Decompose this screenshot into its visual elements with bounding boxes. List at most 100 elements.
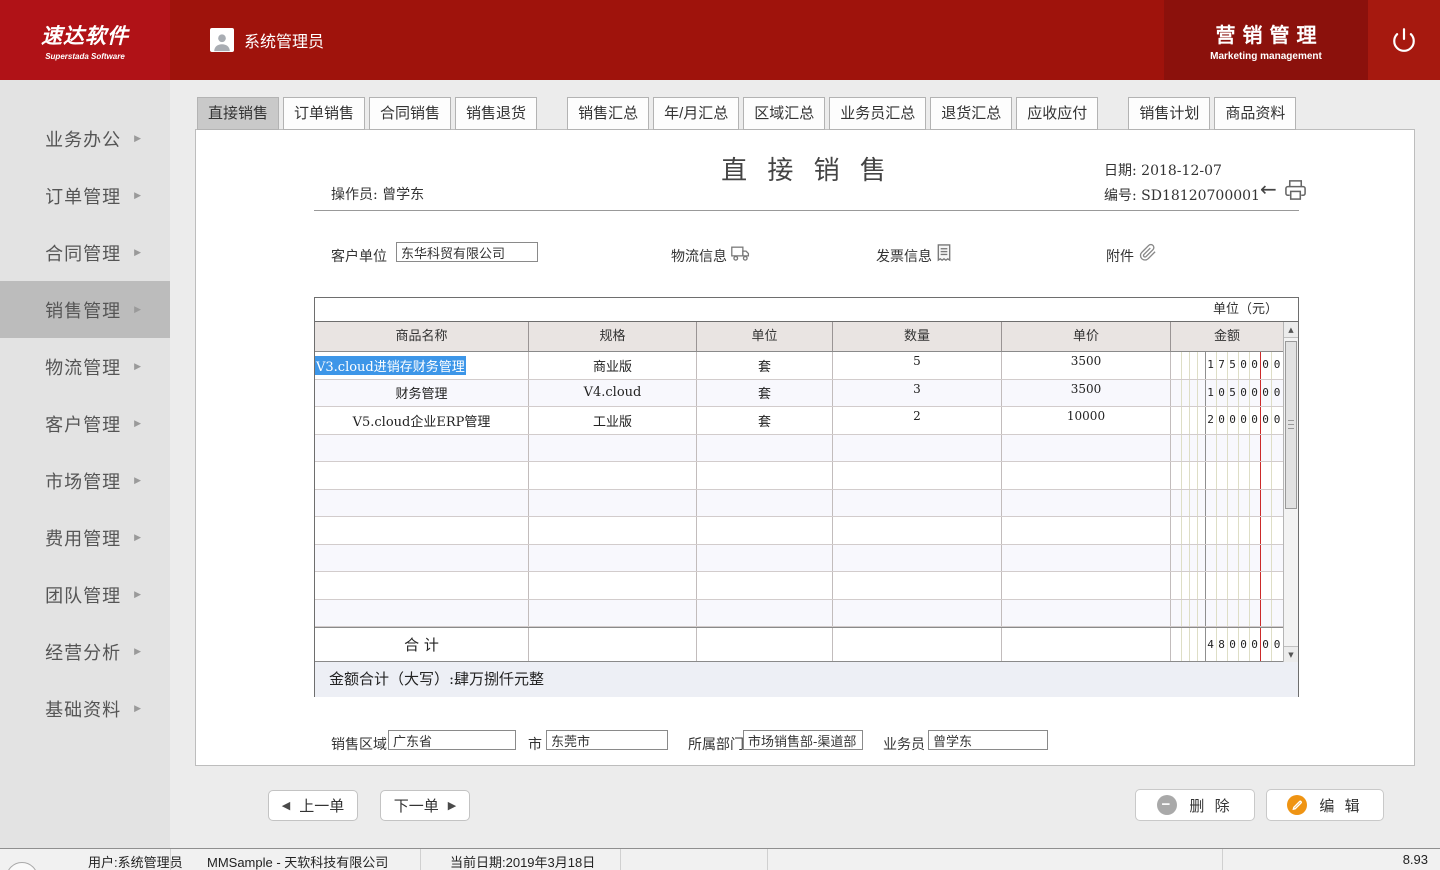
items-table: 单位（元） 商品名称规格单位数量单价金额 V3.cloud进销存财务管理商业版套… — [314, 297, 1299, 697]
current-user[interactable]: 系统管理员 — [210, 28, 324, 52]
table-row[interactable] — [315, 545, 1283, 573]
sidebar-item[interactable]: 市场管理▶ — [0, 452, 170, 509]
table-cell — [833, 628, 1002, 661]
salesman-input[interactable] — [928, 730, 1048, 750]
customer-input[interactable] — [396, 242, 538, 262]
table-cell — [529, 628, 697, 661]
sidebar-item[interactable]: 经营分析▶ — [0, 623, 170, 680]
logout-power-button[interactable] — [1368, 0, 1440, 80]
table-row[interactable]: 财务管理V4.cloud套335001050000 — [315, 380, 1283, 408]
footer-fields: 销售区域 市 所属部门 业务员 — [314, 730, 1299, 754]
salesman-label: 业务员 — [883, 734, 925, 754]
sidebar-item-label: 客户管理 — [45, 411, 121, 437]
table-cell — [833, 462, 1002, 489]
table-scrollbar[interactable]: ▲ ▼ — [1283, 322, 1298, 662]
tab-item[interactable]: 应收应付 — [1016, 97, 1098, 130]
table-row[interactable] — [315, 572, 1283, 600]
table-cell — [1002, 435, 1171, 462]
sidebar-item-label: 合同管理 — [45, 240, 121, 266]
back-arrow-icon[interactable]: ← — [1260, 177, 1277, 201]
sidebar-item-label: 销售管理 — [45, 297, 121, 323]
table-row[interactable] — [315, 490, 1283, 518]
table-row[interactable] — [315, 435, 1283, 463]
table-cell — [697, 600, 833, 627]
operator-value: 曾学东 — [382, 187, 424, 203]
table-row[interactable] — [315, 462, 1283, 490]
table-cell: 商业版 — [529, 352, 697, 379]
delete-button[interactable]: − 删 除 — [1135, 789, 1255, 821]
edit-button[interactable]: 编 辑 — [1266, 789, 1384, 821]
amount-grid-cell: 1050000 — [1171, 380, 1283, 407]
dept-label: 所属部门 — [688, 734, 744, 754]
topbar: 系统管理员 营销管理 Marketing management — [170, 0, 1440, 80]
scrollbar-thumb[interactable] — [1285, 341, 1297, 509]
tab-item[interactable]: 合同销售 — [369, 97, 451, 130]
table-cell: 3500 — [1002, 352, 1171, 379]
invoice-label[interactable]: 发票信息 — [876, 246, 932, 266]
module-title: 营销管理 — [1209, 19, 1324, 48]
tab-item[interactable]: 商品资料 — [1214, 97, 1296, 130]
amount-grid-cell — [1171, 572, 1283, 599]
chevron-right-icon: ▶ — [134, 475, 142, 486]
table-cell — [833, 600, 1002, 627]
tab-item[interactable]: 销售退货 — [455, 97, 537, 130]
table-cell: 套 — [697, 352, 833, 379]
logistics-label[interactable]: 物流信息 — [671, 246, 727, 266]
prev-order-button[interactable]: ◀ 上一单 — [268, 790, 358, 821]
minus-circle-icon: − — [1157, 795, 1177, 815]
invoice-receipt-icon[interactable] — [936, 244, 952, 263]
scroll-down-icon[interactable]: ▼ — [1284, 646, 1298, 662]
tab-item[interactable]: 销售计划 — [1128, 97, 1210, 130]
logistics-truck-icon[interactable] — [731, 244, 750, 263]
chevron-right-icon: ▶ — [134, 247, 142, 258]
main-area: 直接销售订单销售合同销售销售退货销售汇总年/月汇总区域汇总业务员汇总退货汇总应收… — [170, 80, 1440, 848]
sidebar-item[interactable]: 物流管理▶ — [0, 338, 170, 395]
tab-item[interactable]: 年/月汇总 — [653, 97, 739, 130]
table-row[interactable] — [315, 600, 1283, 628]
dept-input[interactable] — [743, 730, 863, 750]
amount-grid-cell — [1171, 517, 1283, 544]
tab-item[interactable]: 业务员汇总 — [829, 97, 926, 130]
next-order-button[interactable]: 下一单 ▶ — [380, 790, 470, 821]
sidebar-item[interactable]: 业务办公▶ — [0, 110, 170, 167]
chevron-right-icon: ▶ — [134, 190, 142, 201]
sidebar-item[interactable]: 客户管理▶ — [0, 395, 170, 452]
table-cell — [315, 545, 529, 572]
table-row[interactable]: V3.cloud进销存财务管理商业版套535001750000 — [315, 352, 1283, 380]
table-cell — [1002, 628, 1171, 661]
table-cell — [697, 435, 833, 462]
table-cell: 2 — [833, 407, 1002, 434]
date-label: 日期: — [1104, 163, 1141, 179]
sidebar-item[interactable]: 团队管理▶ — [0, 566, 170, 623]
amount-grid-cell — [1171, 435, 1283, 462]
amount-grid-cell — [1171, 600, 1283, 627]
sidebar-item[interactable]: 合同管理 ▶ — [0, 224, 170, 281]
table-cell — [529, 517, 697, 544]
tab-item[interactable]: 销售汇总 — [567, 97, 649, 130]
sidebar-item-label: 基础资料 — [45, 696, 121, 722]
date-line: 日期: 2018-12-07 — [1104, 160, 1222, 180]
tab-item[interactable]: 区域汇总 — [743, 97, 825, 130]
table-cell — [315, 435, 529, 462]
table-cell: 5 — [833, 352, 1002, 379]
tab-item[interactable]: 退货汇总 — [930, 97, 1012, 130]
sidebar-item[interactable]: 销售管理▶ — [0, 281, 170, 338]
table-row[interactable]: V5.cloud企业ERP管理工业版套2100002000000 — [315, 407, 1283, 435]
tab-item[interactable]: 订单销售 — [283, 97, 365, 130]
sidebar-item[interactable]: 费用管理▶ — [0, 509, 170, 566]
attachment-paperclip-icon[interactable] — [1139, 243, 1157, 262]
sidebar-item[interactable]: 基础资料▶ — [0, 680, 170, 737]
printer-icon[interactable] — [1284, 178, 1307, 201]
scroll-up-icon[interactable]: ▲ — [1284, 322, 1298, 338]
sidebar-item-label: 物流管理 — [45, 354, 121, 380]
table-cell — [1002, 462, 1171, 489]
table-row[interactable] — [315, 517, 1283, 545]
tab-item[interactable]: 直接销售 — [197, 97, 279, 130]
column-header: 单价 — [1002, 322, 1171, 351]
table-cell — [697, 462, 833, 489]
status-logo-circle — [6, 862, 38, 870]
region-input[interactable] — [388, 730, 516, 750]
attachment-label[interactable]: 附件 — [1106, 246, 1134, 266]
city-input[interactable] — [546, 730, 668, 750]
sidebar-item[interactable]: 订单管理▶ — [0, 167, 170, 224]
